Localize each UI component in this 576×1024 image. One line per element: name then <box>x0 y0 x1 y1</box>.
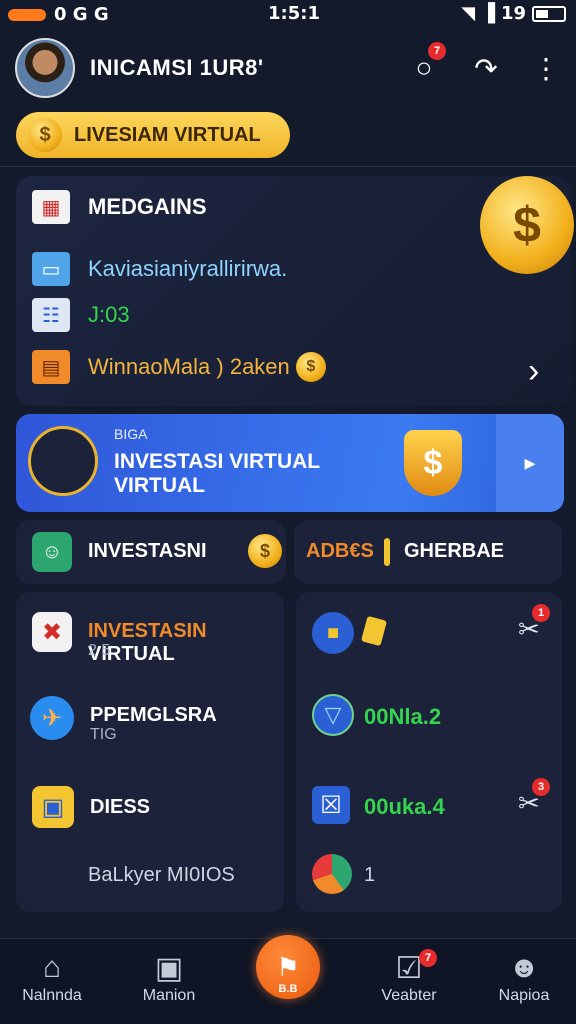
checklist-icon: ☑ <box>395 952 423 985</box>
investasi-tile[interactable]: ☺ INVESTASNI $ <box>16 520 286 584</box>
nav-item-napioa[interactable]: ☻ Napioa <box>474 951 574 1005</box>
folder-icon: ▤ <box>32 350 70 384</box>
grid-box-icon: ☒ <box>312 786 350 824</box>
card-row-3[interactable]: ☷ J:03 <box>32 298 130 332</box>
left-list-panel: ✖ INVESTASIN VIRTUAL 2 5 ✈ PPEMGLSRA TIG… <box>16 592 284 912</box>
nav-label: Veabter <box>381 987 437 1004</box>
card-row-2[interactable]: ▭ Kaviasianiyrallirirwa. <box>32 252 287 286</box>
recording-indicator <box>8 8 46 21</box>
banner-line2: VIRTUAL <box>114 474 205 497</box>
big-coin-icon: $ <box>480 176 574 274</box>
ticket-icon <box>360 615 388 647</box>
robot-icon: ▣ <box>154 952 184 985</box>
user-card-icon: ■ <box>312 612 354 654</box>
list-item-title[interactable]: INVESTASIN VIRTUAL <box>88 620 284 666</box>
list-item-value: 00uka.4 <box>364 794 445 819</box>
filter-icon: ▽ <box>312 694 354 736</box>
calendar-icon: ▦ <box>32 190 70 224</box>
map-pin-icon: ✖ <box>32 612 72 652</box>
nav-item-manion[interactable]: ▣ Manion <box>119 951 219 1005</box>
link-icon[interactable]: ✂ 1 <box>518 604 550 645</box>
tile-label: GHERBAE <box>404 540 505 562</box>
bottom-right-text: 1 <box>364 864 376 886</box>
divider <box>0 166 576 167</box>
list-item-sub: TIG <box>90 726 117 743</box>
battery-text: 19 <box>500 3 526 24</box>
coin-icon: $ <box>28 118 62 152</box>
chart-badge-icon <box>312 854 352 894</box>
home-icon: ⌂ <box>42 951 62 984</box>
right-list-panel: ■ ✂ 1 ▽ 00Nla.2 ☒ 00uka.4 ✂ 3 1 <box>296 592 562 912</box>
card-row-label: MEDGAINS <box>88 194 207 219</box>
center-label: B.B <box>278 983 298 995</box>
card-row-label: WinnaoMala ) 2aken <box>88 354 290 379</box>
status-bar: 0 G G 1:5:1 ◥ ▐ 19 <box>0 0 576 30</box>
status-time: 1:5:1 <box>268 3 320 24</box>
share-button[interactable]: ↷ <box>466 48 506 88</box>
card-row-4[interactable]: ▤ WinnaoMala ) 2aken $ <box>32 350 326 384</box>
nav-badge: 7 <box>419 949 437 967</box>
list-item-sub: 2 5 <box>88 642 111 659</box>
share-icon: ↷ <box>474 52 498 84</box>
pill-label: LIVESIAM VIRTUAL <box>74 123 261 146</box>
nav-item-home[interactable]: ⌂ Nalnnda <box>2 951 102 1005</box>
notification-button[interactable]: ○ 7 <box>404 42 446 88</box>
avatar[interactable] <box>15 38 75 98</box>
rocket-icon: ✈ <box>30 696 74 740</box>
nav-label: Nalnnda <box>22 987 82 1004</box>
status-left: 0 G G <box>8 4 109 25</box>
contact-icon: ☺ <box>32 532 72 572</box>
badge: 3 <box>532 778 550 796</box>
more-vertical-icon: ⋮ <box>532 52 560 84</box>
card-row-label: J:03 <box>88 302 130 327</box>
nav-item-veabter[interactable]: ☑ 7 Veabter <box>359 949 459 1005</box>
status-left-glyphs: 0 G G <box>54 4 109 25</box>
coin-icon: $ <box>248 534 282 568</box>
banner-small-label: BIGA <box>114 426 148 442</box>
center-action-icon: ⚑ <box>276 951 300 982</box>
investment-banner[interactable]: BIGA INVESTASI VIRTUAL VIRTUAL $ ▸ <box>16 414 564 512</box>
badge: 1 <box>532 604 550 622</box>
separator-bar <box>384 538 390 566</box>
summary-card: ▦ MEDGAINS ▭ Kaviasianiyrallirirwa. ☷ J:… <box>16 176 574 406</box>
adbes-tile[interactable]: ADB€S GHERBAE <box>294 520 562 584</box>
battery-icon <box>532 5 566 22</box>
list-item-value: 00Nla.2 <box>364 704 442 729</box>
bottom-left-text: BaLkyer MI0IOS <box>88 864 235 886</box>
nav-label: Manion <box>142 987 196 1004</box>
tile-label-orange: ADB€S <box>306 540 374 562</box>
card-row-1[interactable]: ▦ MEDGAINS <box>32 190 207 224</box>
card-row-label: Kaviasianiyrallirirwa. <box>88 256 288 281</box>
notification-badge: 7 <box>428 42 446 60</box>
status-right: ◥ ▐ 19 <box>461 3 566 24</box>
document-icon: ☷ <box>32 298 70 332</box>
title-orange: INVESTASIN <box>88 620 207 642</box>
network-icon[interactable]: ✂ 3 <box>518 778 550 819</box>
bottom-navigation: ⌂ Nalnnda ▣ Manion ⚑ B.B ☑ 7 Veabter ☻ N… <box>0 935 576 1024</box>
center-action-button[interactable]: ⚑ B.B <box>256 935 320 999</box>
page-title: INICAMSI 1UR8' <box>90 55 264 80</box>
profile-icon: ☻ <box>508 951 540 984</box>
shield-coin-icon: $ <box>404 430 462 496</box>
people-avatar-icon <box>28 426 98 496</box>
play-arrow-icon: ▸ <box>524 450 536 475</box>
chat-icon: ▣ <box>32 786 74 828</box>
nav-label: Napioa <box>498 987 550 1004</box>
banner-action-button[interactable]: ▸ <box>496 414 564 512</box>
coin-icon: $ <box>295 352 326 382</box>
chevron-right-icon[interactable]: › <box>528 352 539 391</box>
banner-line1: INVESTASI VIRTUAL <box>114 450 321 473</box>
list-item-title[interactable]: PPEMGLSRA <box>90 704 217 727</box>
virtual-investment-pill[interactable]: $ LIVESIAM VIRTUAL <box>16 112 290 158</box>
list-item-title[interactable]: DIESS <box>90 796 150 819</box>
signal-icon: ▐ <box>481 3 495 24</box>
more-button[interactable]: ⋮ <box>526 48 566 88</box>
wifi-icon: ◥ <box>461 3 476 24</box>
tile-label: INVESTASNI <box>88 540 207 562</box>
monitor-icon: ▭ <box>32 252 70 286</box>
